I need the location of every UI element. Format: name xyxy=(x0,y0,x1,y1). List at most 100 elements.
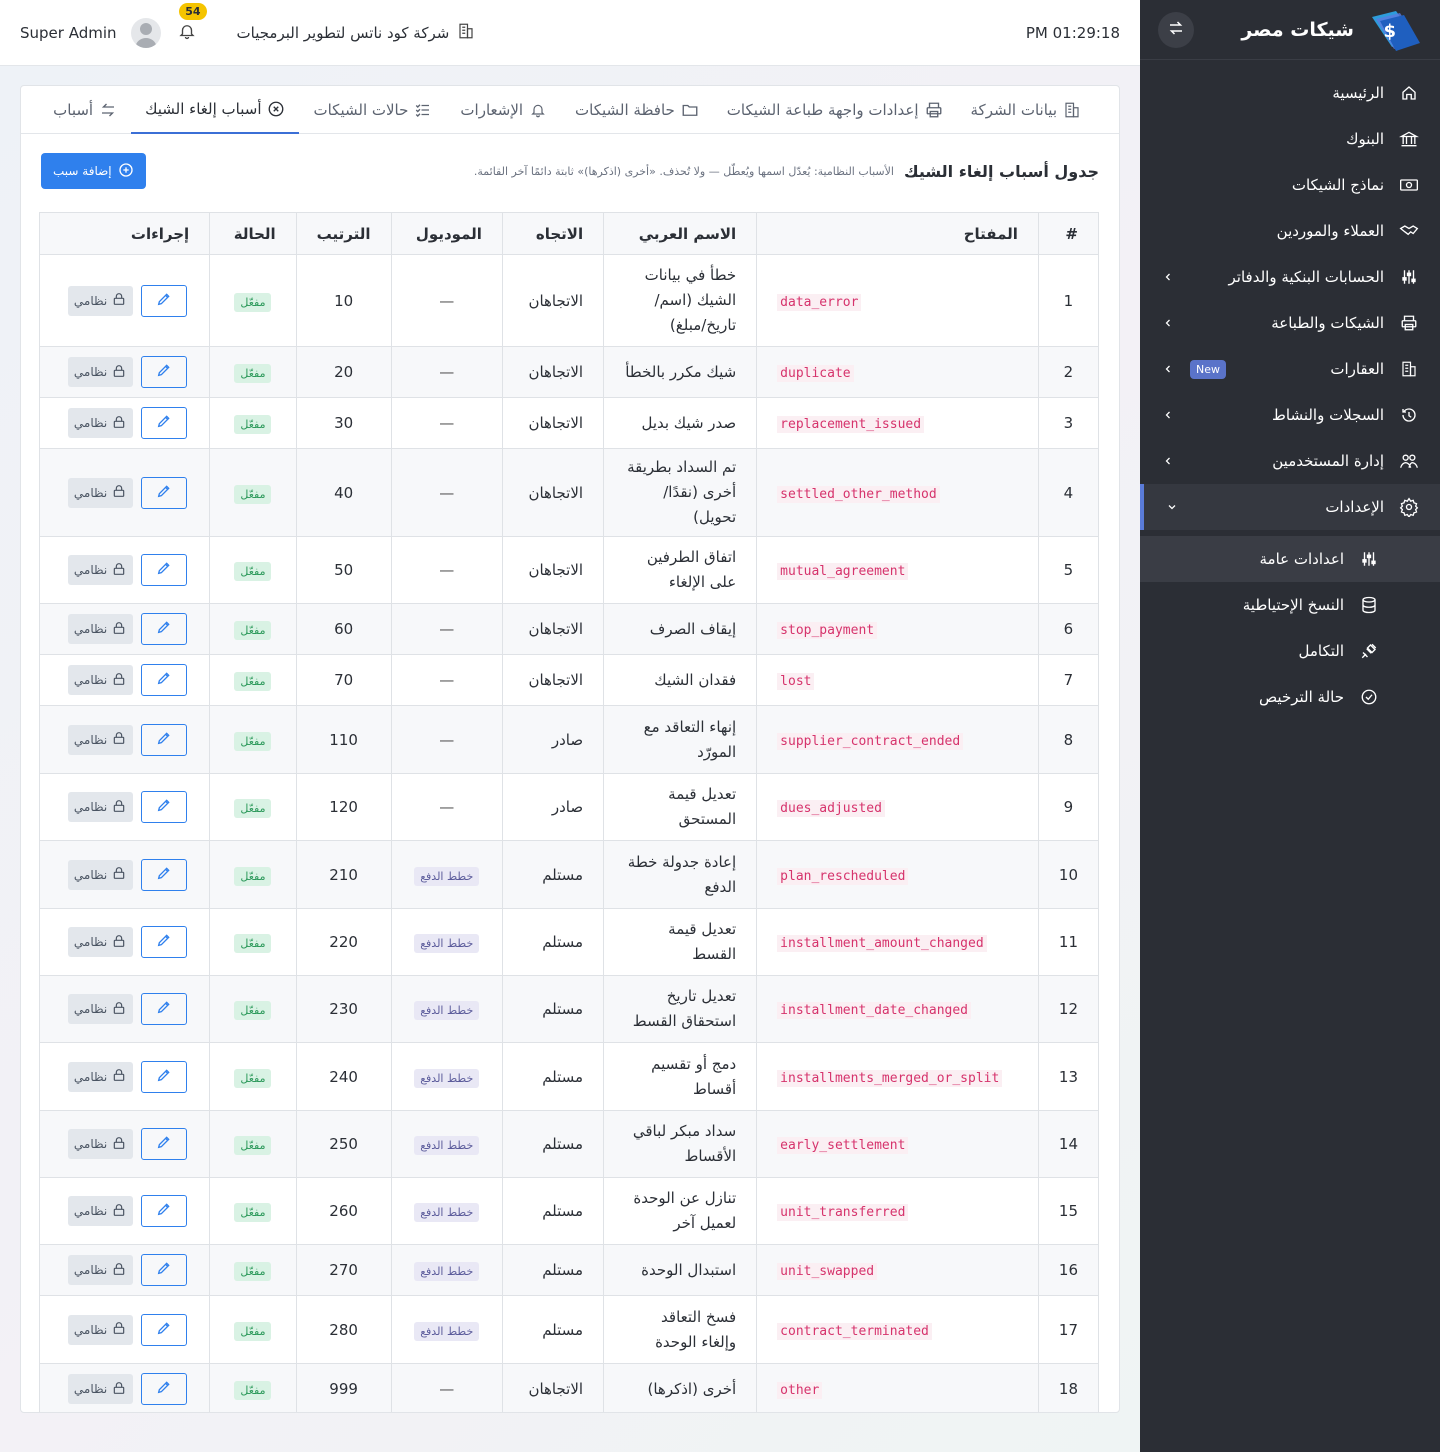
edit-button[interactable] xyxy=(141,664,188,696)
submenu-item-3[interactable]: حالة الترخيص xyxy=(1140,674,1440,720)
system-lock-button[interactable]: نظامي xyxy=(67,1314,134,1345)
lock-icon xyxy=(111,1320,127,1339)
bell-icon xyxy=(529,101,547,119)
tab-label: الإشعارات xyxy=(460,100,524,119)
edit-button[interactable] xyxy=(141,1195,188,1227)
system-lock-button[interactable]: نظامي xyxy=(67,614,134,644)
edit-button[interactable] xyxy=(141,858,188,891)
order: 280 xyxy=(295,1295,392,1364)
sidebar-item-3[interactable]: العملاء والموردين xyxy=(1140,208,1440,254)
system-lock-button[interactable]: نظامي xyxy=(67,1129,134,1159)
tab-1[interactable]: إعدادات واجهة طباعة الشيكات xyxy=(713,86,957,134)
system-lock-button[interactable]: نظامي xyxy=(67,859,134,890)
edit-button[interactable] xyxy=(141,1313,188,1346)
brand[interactable]: $ شيكات مصر xyxy=(1241,9,1422,51)
building-icon xyxy=(1063,101,1081,119)
edit-button[interactable] xyxy=(141,356,188,388)
module-badge: خطط الدفع xyxy=(414,1203,480,1222)
edit-button[interactable] xyxy=(141,1373,188,1405)
system-lock-button[interactable]: نظامي xyxy=(67,1196,134,1226)
system-lock-button[interactable]: نظامي xyxy=(67,665,134,695)
system-lock-button[interactable]: نظامي xyxy=(67,285,134,316)
sidebar-item-4[interactable]: الحسابات البنكية والدفاتر xyxy=(1140,254,1440,300)
edit-button[interactable] xyxy=(141,554,188,586)
submenu-item-1[interactable]: النسخ الإحتياطية xyxy=(1140,582,1440,628)
tab-5[interactable]: أسباب إلغاء الشيك xyxy=(131,86,300,134)
tab-4[interactable]: حالات الشيكات xyxy=(299,86,446,134)
order: 999 xyxy=(295,1363,392,1412)
reason-key: stop_payment xyxy=(777,622,878,639)
sidebar-toggle-button[interactable] xyxy=(1158,11,1194,48)
system-lock-button[interactable]: نظامي xyxy=(67,994,134,1024)
sidebar-item-7[interactable]: السجلات والنشاط xyxy=(1140,392,1440,438)
lock-icon xyxy=(111,363,127,382)
module-badge: خطط الدفع xyxy=(414,1068,480,1088)
card-title: جدول أسباب إلغاء الشيك xyxy=(903,161,1099,181)
edit-button[interactable] xyxy=(141,1060,188,1093)
tab-6[interactable]: أسباب xyxy=(39,86,131,134)
edit-button[interactable] xyxy=(141,1128,188,1160)
system-lock-button[interactable]: نظامي xyxy=(67,724,134,755)
actions: نظامي xyxy=(62,356,188,388)
submenu-item-0[interactable]: اعدادات عامة xyxy=(1140,536,1440,582)
submenu-item-2[interactable]: التكامل xyxy=(1140,628,1440,674)
edit-button[interactable] xyxy=(141,791,188,823)
order: 260 xyxy=(295,1177,392,1245)
edit-button[interactable] xyxy=(141,1254,188,1286)
sidebar-item-6[interactable]: العقارات New xyxy=(1140,346,1440,392)
system-lock-button[interactable]: نظامي xyxy=(67,477,134,508)
sidebar-item-label: الرئيسية xyxy=(1332,84,1384,102)
system-lock-button[interactable]: نظامي xyxy=(67,1255,134,1285)
chevron-left-icon xyxy=(1160,317,1176,329)
system-lock-button[interactable]: نظامي xyxy=(67,357,134,387)
status-cell: مفعّل xyxy=(209,603,297,655)
edit-button[interactable] xyxy=(141,407,188,439)
edit-button[interactable] xyxy=(141,284,188,317)
tab-0[interactable]: بيانات الشركة xyxy=(957,86,1095,134)
status-cell: مفعّل xyxy=(209,908,297,976)
tab-3[interactable]: الإشعارات xyxy=(446,86,561,134)
edit-button[interactable] xyxy=(141,723,188,756)
module-empty: — xyxy=(439,363,455,381)
module-empty: — xyxy=(439,483,455,502)
column-header: الترتيب xyxy=(295,212,392,255)
sidebar-item-2[interactable]: نماذج الشيكات xyxy=(1140,162,1440,208)
notifications-button[interactable]: 54 xyxy=(175,2,207,45)
actions: نظامي xyxy=(62,1373,188,1405)
arabic-name: تم السداد بطريقة أخرى (نقدًا/تحويل) xyxy=(603,448,758,537)
system-lock-button[interactable]: نظامي xyxy=(67,555,134,585)
status-badge: مفعّل xyxy=(234,621,272,640)
edit-button[interactable] xyxy=(141,613,188,645)
users-icon xyxy=(1398,450,1420,472)
system-lock-button[interactable]: نظامي xyxy=(67,1061,134,1092)
submenu-item-label: اعدادات عامة xyxy=(1259,550,1345,568)
edit-button[interactable] xyxy=(141,993,188,1025)
sidebar-item-9[interactable]: الإعدادات xyxy=(1140,484,1440,530)
add-reason-button[interactable]: إضافة سبب xyxy=(41,153,146,189)
sidebar-item-8[interactable]: إدارة المستخدمين xyxy=(1140,438,1440,484)
pencil-icon xyxy=(156,413,172,433)
edit-button[interactable] xyxy=(141,926,188,958)
order: 20 xyxy=(295,346,392,398)
chevron-left-icon xyxy=(1160,409,1176,421)
tab-label: أسباب إلغاء الشيك xyxy=(145,99,262,118)
system-lock-button[interactable]: نظامي xyxy=(67,408,134,438)
sidebar-item-1[interactable]: البنوك xyxy=(1140,116,1440,162)
key-cell: mutual_agreement xyxy=(756,536,1039,604)
system-lock-button[interactable]: نظامي xyxy=(67,927,134,957)
sidebar-item-label: الحسابات البنكية والدفاتر xyxy=(1228,268,1384,286)
tab-label: حالات الشيكات xyxy=(313,100,409,119)
avatar[interactable] xyxy=(130,17,161,48)
user-name[interactable]: Super Admin xyxy=(20,24,117,42)
company-selector[interactable]: شركة كود ناتس لتطوير البرمجيات xyxy=(237,22,476,44)
sidebar-item-0[interactable]: الرئيسية xyxy=(1140,70,1440,116)
edit-button[interactable] xyxy=(141,476,188,509)
tab-2[interactable]: حافظة الشيكات xyxy=(561,86,713,134)
system-lock-button[interactable]: نظامي xyxy=(67,1374,134,1404)
system-lock-button[interactable]: نظامي xyxy=(67,792,134,822)
sidebar-item-5[interactable]: الشيكات والطباعة xyxy=(1140,300,1440,346)
column-header: الحالة xyxy=(209,212,297,255)
row-number: 10 xyxy=(1037,840,1100,909)
key-cell: installment_amount_changed xyxy=(756,908,1039,976)
arabic-name: سداد مبكر لباقي الأقساط xyxy=(603,1110,758,1178)
